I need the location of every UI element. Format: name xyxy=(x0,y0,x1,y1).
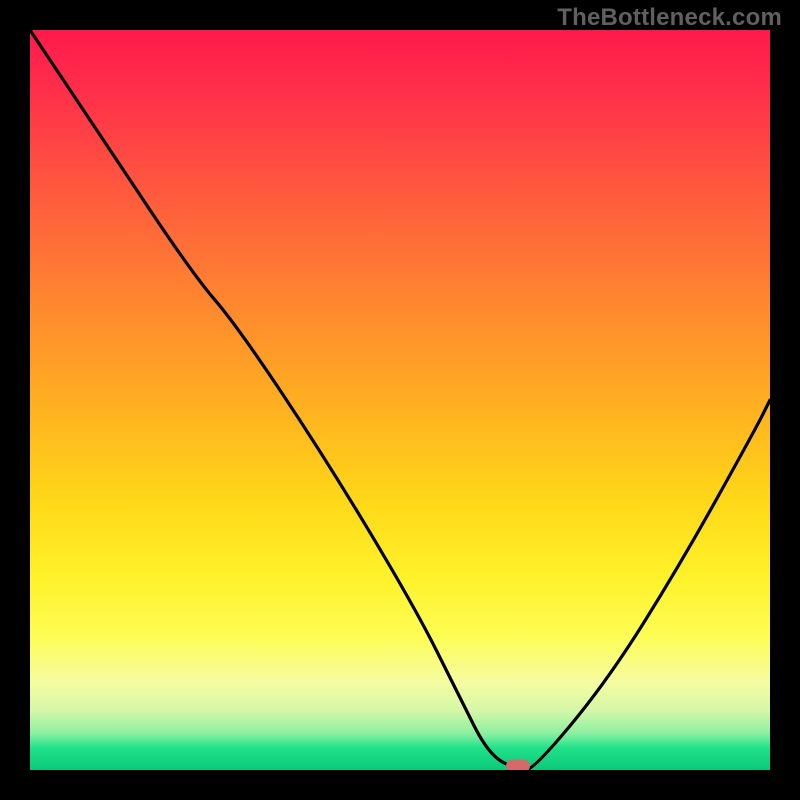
optimal-point-marker xyxy=(506,760,530,771)
watermark-text: TheBottleneck.com xyxy=(557,4,782,32)
plot-area xyxy=(30,30,770,770)
chart-frame: TheBottleneck.com xyxy=(0,0,800,800)
bottleneck-curve xyxy=(30,30,770,770)
